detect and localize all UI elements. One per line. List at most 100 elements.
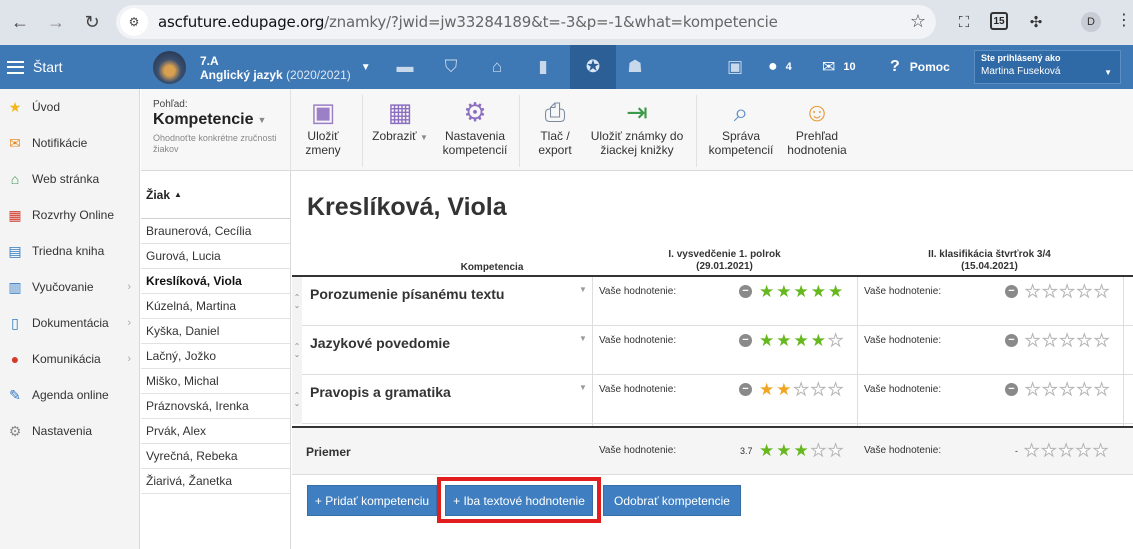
help-button[interactable]: ? Pomoc <box>890 45 950 89</box>
sidebar-item-triedna-kniha[interactable]: ▤ Triedna kniha <box>0 233 139 269</box>
rating-star-icon[interactable]: ★ <box>827 381 843 399</box>
rating-star-icon[interactable]: ★ <box>759 283 774 300</box>
hamburger-icon[interactable] <box>7 60 24 74</box>
rating-star-icon[interactable]: ★ <box>1059 332 1075 350</box>
sidebar-item-komunikacia[interactable]: ● Komunikácia › <box>0 341 139 377</box>
show-button[interactable]: ▦ Zobraziť ▼ <box>369 95 431 145</box>
rating-star-icon[interactable]: ★ <box>1093 381 1109 399</box>
rating-star-icon[interactable]: ★ <box>1076 381 1092 399</box>
rating-star-icon[interactable]: ★ <box>776 332 791 349</box>
rating-star-icon[interactable]: ★ <box>1023 442 1039 460</box>
forward-arrow-icon[interactable]: → <box>38 5 74 41</box>
rating-star-icon[interactable]: ★ <box>1076 283 1092 301</box>
student-row[interactable]: Kúzelná, Martina <box>141 294 290 319</box>
start-menu[interactable]: Štart <box>0 45 140 89</box>
rating-star-icon[interactable]: ★ <box>811 332 826 349</box>
student-row[interactable]: Prvák, Alex <box>141 419 290 444</box>
extension-badge[interactable]: 15 <box>990 12 1008 30</box>
student-row[interactable]: Vyrečná, Rebeka <box>141 444 290 469</box>
reorder-handle[interactable]: ⌃ ⌄ <box>292 375 302 424</box>
print-export-button[interactable]: ⎙ Tlač / export <box>531 95 579 157</box>
rating-star-icon[interactable]: ★ <box>1092 442 1108 460</box>
competence-settings-button[interactable]: ⚙ Nastavenia kompetencií <box>439 95 511 157</box>
browser-menu-icon[interactable]: ⋮ <box>1116 10 1132 30</box>
rating-star-icon[interactable]: ★ <box>1041 442 1057 460</box>
messages-counter[interactable]: ● 4 <box>768 45 792 89</box>
rating-star-icon[interactable]: ★ <box>794 332 809 349</box>
extensions-puzzle-icon[interactable]: ✣ <box>1024 10 1048 34</box>
mail-counter[interactable]: ✉ 10 <box>822 45 856 89</box>
address-bar[interactable]: ⚙ ascfuture.edupage.org/znamky/?jwid=jw3… <box>116 5 936 39</box>
rating-star-icon[interactable]: ★ <box>1024 381 1040 399</box>
rating-star-icon[interactable]: ★ <box>1058 442 1074 460</box>
chevron-down-icon[interactable]: ▼ <box>579 285 587 294</box>
hiking-icon[interactable]: ☗ <box>612 45 658 89</box>
clear-rating-icon[interactable]: − <box>739 383 752 396</box>
competence-badge-icon[interactable]: ✪ <box>570 45 616 89</box>
sidebar-item-uvod[interactable]: ★ Úvod <box>0 89 139 125</box>
reorder-handle[interactable]: ⌃ ⌄ <box>292 326 302 375</box>
student-row[interactable]: Žiarivá, Žanetka <box>141 469 290 494</box>
sidebar-item-dokumentacia[interactable]: ▯ Dokumentácia › <box>0 305 139 341</box>
rating-star-icon[interactable]: ★ <box>1042 332 1058 350</box>
student-row[interactable]: Lačný, Jožko <box>141 344 290 369</box>
sidebar-item-agenda-online[interactable]: ✎ Agenda online <box>0 377 139 413</box>
profile-avatar[interactable]: D <box>1081 12 1101 32</box>
rating-star-icon[interactable]: ★ <box>759 332 774 349</box>
briefcase-icon[interactable]: ▬ <box>382 45 428 89</box>
user-account-selector[interactable]: Ste prihlásený ako Martina Fuseková ▼ <box>974 50 1121 84</box>
rating-star-icon[interactable]: ★ <box>1076 332 1092 350</box>
rating-star-icon[interactable]: ★ <box>827 332 843 350</box>
school-building-icon[interactable]: ⌂ <box>474 45 520 89</box>
sidebar-item-web-stranka[interactable]: ⌂ Web stránka <box>0 161 139 197</box>
rating-overview-button[interactable]: ☺ Prehľad hodnotenia <box>783 95 851 157</box>
student-row[interactable]: Miško, Michal <box>141 369 290 394</box>
rating-star-icon[interactable]: ★ <box>776 381 791 398</box>
clear-rating-icon[interactable]: − <box>1005 334 1018 347</box>
bar-chart-icon[interactable]: ▮ <box>520 45 566 89</box>
save-to-student-book-button[interactable]: ⇥ Uložiť známky do žiackej knižky <box>589 95 685 157</box>
shield-icon[interactable]: ⛉ <box>428 45 474 89</box>
url-text[interactable]: ascfuture.edupage.org/znamky/?jwid=jw332… <box>158 13 778 31</box>
student-row[interactable]: Práznovská, Irenka <box>141 394 290 419</box>
student-row[interactable]: Gurová, Lucia <box>141 244 290 269</box>
rating-star-icon[interactable]: ★ <box>1075 442 1091 460</box>
student-column-header[interactable]: Žiak ▲ <box>141 171 290 219</box>
rating-star-icon[interactable]: ★ <box>1093 332 1109 350</box>
save-changes-button[interactable]: ▣ Uložiť zmeny <box>301 95 345 157</box>
student-row[interactable]: Braunerová, Cecília <box>141 219 290 244</box>
class-selector[interactable]: 7.A Anglický jazyk (2020/2021) ▼ <box>153 51 371 84</box>
board-icon[interactable]: ▣ <box>712 45 758 89</box>
sidebar-item-rozvrhy-online[interactable]: ▦ Rozvrhy Online <box>0 197 139 233</box>
manage-competencies-button[interactable]: ⌕ Správa kompetencií <box>706 95 776 157</box>
clear-rating-icon[interactable]: − <box>739 285 752 298</box>
add-competence-button[interactable]: + Pridať kompetenciu <box>307 485 437 516</box>
chevron-down-icon[interactable]: ▼ <box>579 383 587 392</box>
screen-capture-icon[interactable]: ⛶ <box>952 10 976 34</box>
rating-star-icon[interactable]: ★ <box>810 381 826 399</box>
rating-star-icon[interactable]: ★ <box>776 283 791 300</box>
chevron-down-icon[interactable]: ▼ <box>579 334 587 343</box>
rating-star-icon[interactable]: ★ <box>759 442 774 459</box>
clear-rating-icon[interactable]: − <box>739 334 752 347</box>
rating-star-icon[interactable]: ★ <box>1093 283 1109 301</box>
rating-star-icon[interactable]: ★ <box>828 283 843 300</box>
reload-icon[interactable]: ↻ <box>74 5 110 41</box>
rating-star-icon[interactable]: ★ <box>1024 332 1040 350</box>
remove-competencies-button[interactable]: Odobrať kompetencie <box>603 485 741 516</box>
rating-star-icon[interactable]: ★ <box>793 381 809 399</box>
sidebar-item-vyucovanie[interactable]: ▥ Vyučovanie › <box>0 269 139 305</box>
view-selector[interactable]: Pohľad: Kompetencie ▼ Ohodnoťte konkrétne… <box>141 89 291 171</box>
back-arrow-icon[interactable]: ← <box>2 5 38 41</box>
rating-star-icon[interactable]: ★ <box>759 381 774 398</box>
rating-star-icon[interactable]: ★ <box>1024 283 1040 301</box>
bookmark-star-icon[interactable]: ☆ <box>910 11 926 32</box>
rating-star-icon[interactable]: ★ <box>827 442 843 460</box>
clear-rating-icon[interactable]: − <box>1005 285 1018 298</box>
rating-star-icon[interactable]: ★ <box>794 442 809 459</box>
rating-star-icon[interactable]: ★ <box>1059 283 1075 301</box>
site-info-icon[interactable]: ⚙ <box>120 8 148 36</box>
rating-star-icon[interactable]: ★ <box>810 442 826 460</box>
rating-star-icon[interactable]: ★ <box>776 442 791 459</box>
rating-star-icon[interactable]: ★ <box>794 283 809 300</box>
